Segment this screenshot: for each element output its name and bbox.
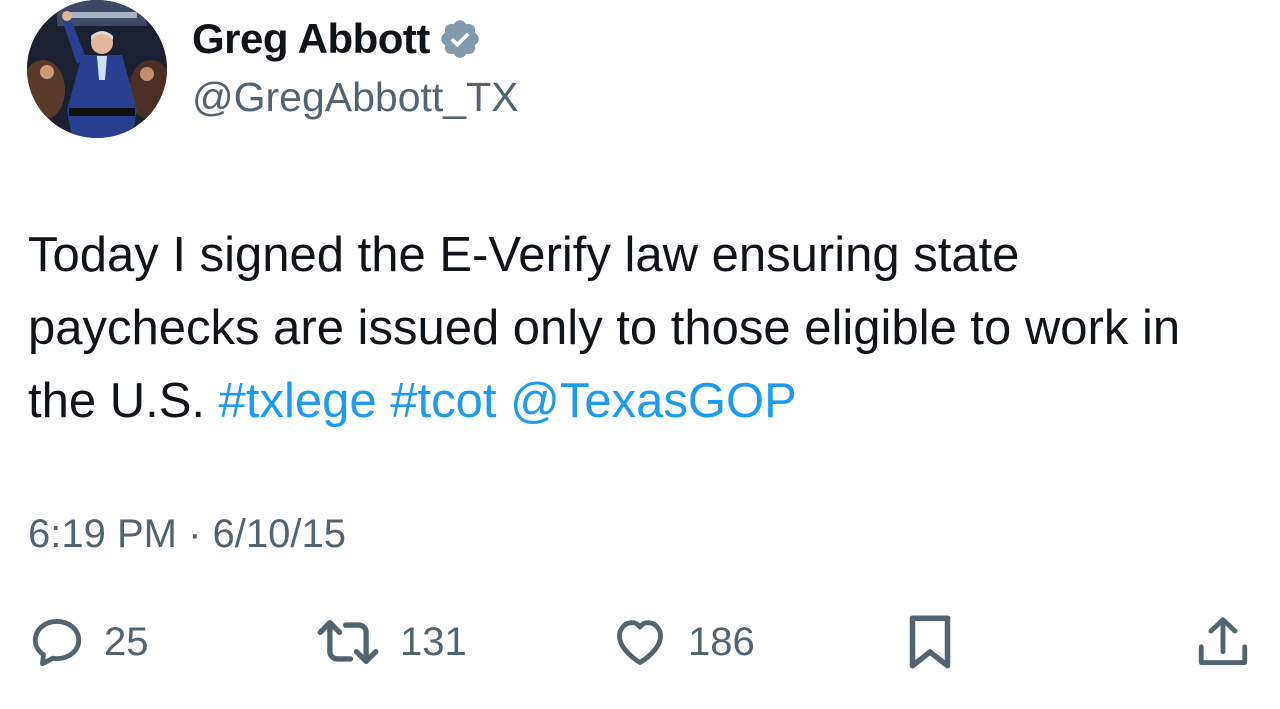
tweet-text: Today I signed the E-Verify law ensuring… — [28, 219, 1258, 438]
retweet-button[interactable]: 131 — [314, 610, 467, 674]
avatar-photo — [27, 0, 167, 138]
retweet-icon — [317, 620, 379, 664]
like-count: 186 — [688, 619, 755, 664]
tweet-time[interactable]: 6:19 PM — [28, 512, 177, 556]
mention-link[interactable]: @TexasGOP — [510, 374, 797, 428]
hashtag-link[interactable]: #txlege — [219, 374, 377, 428]
share-button[interactable] — [1194, 610, 1252, 674]
tweet-date[interactable]: 6/10/15 — [213, 512, 346, 556]
retweet-count: 131 — [400, 619, 467, 664]
reply-button[interactable]: 25 — [28, 610, 149, 674]
author-handle[interactable]: @GregAbbott_TX — [192, 74, 519, 121]
tweet-actions-bar: 25 131 186 — [0, 610, 1280, 674]
heart-icon — [617, 620, 663, 665]
tweet-timestamp[interactable]: 6:19 PM · 6/10/15 — [28, 512, 346, 557]
author-name-row[interactable]: Greg Abbott — [192, 14, 482, 64]
bookmark-icon — [909, 615, 951, 669]
like-button[interactable]: 186 — [610, 610, 755, 674]
reply-count: 25 — [104, 619, 149, 664]
timestamp-separator: · — [188, 512, 202, 556]
verified-badge-icon[interactable] — [438, 17, 482, 61]
reply-icon — [32, 619, 82, 667]
bookmark-button[interactable] — [904, 610, 956, 674]
share-icon — [1198, 617, 1248, 665]
author-display-name[interactable]: Greg Abbott — [192, 15, 430, 63]
hashtag-link[interactable]: #tcot — [390, 374, 496, 428]
avatar[interactable] — [27, 0, 167, 138]
